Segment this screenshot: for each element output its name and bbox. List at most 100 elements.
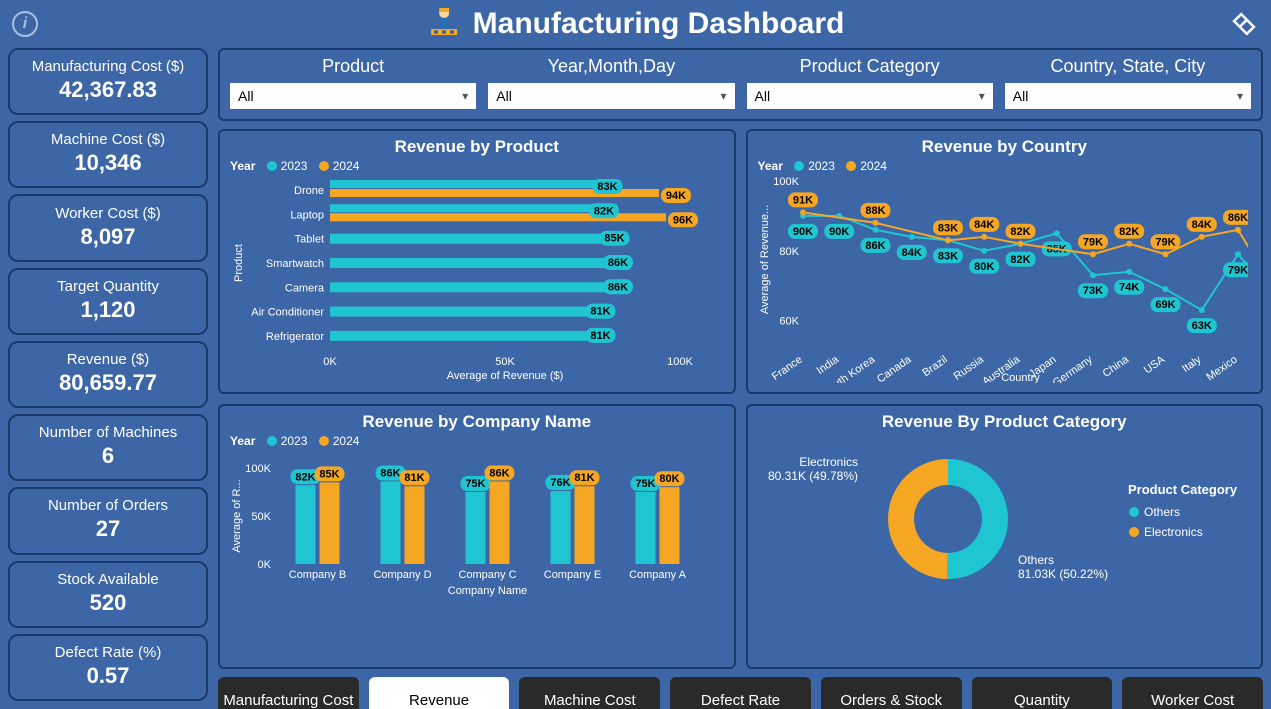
svg-text:74K: 74K <box>1119 282 1139 294</box>
svg-text:Laptop: Laptop <box>290 209 324 221</box>
filter-label: Product <box>230 56 476 77</box>
kpi-card[interactable]: Worker Cost ($)8,097 <box>8 194 208 261</box>
svg-text:Air Conditioner: Air Conditioner <box>251 307 324 319</box>
svg-text:96K: 96K <box>673 214 693 226</box>
chart-revenue-by-country: Revenue by Country Year 2023 202460K80K1… <box>746 129 1264 394</box>
svg-text:Country: Country <box>1001 372 1040 383</box>
svg-text:80.31K (49.78%): 80.31K (49.78%) <box>767 469 857 483</box>
svg-text:Germany: Germany <box>1050 353 1094 383</box>
nav-tab[interactable]: Defect Rate <box>670 677 811 709</box>
legend-dot <box>319 436 329 446</box>
svg-text:81K: 81K <box>574 472 594 484</box>
svg-text:Others: Others <box>1018 553 1054 567</box>
svg-text:Drone: Drone <box>294 185 324 197</box>
kpi-label: Number of Machines <box>14 424 202 441</box>
chevron-down-icon: ▾ <box>720 89 726 103</box>
svg-text:83K: 83K <box>937 222 957 234</box>
kpi-card[interactable]: Machine Cost ($) 10,346 <box>8 121 208 188</box>
legend-dot <box>319 161 329 171</box>
kpi-label: Machine Cost ($) <box>14 131 202 148</box>
svg-text:79K: 79K <box>1082 236 1102 248</box>
manufacturing-icon <box>427 5 461 44</box>
svg-text:Electronics: Electronics <box>1144 525 1203 539</box>
nav-tab[interactable]: Machine Cost <box>519 677 660 709</box>
chevron-down-icon: ▾ <box>979 89 985 103</box>
svg-text:85K: 85K <box>319 468 339 480</box>
kpi-card[interactable]: Stock Available520 <box>8 561 208 628</box>
svg-text:81.03K (50.22%): 81.03K (50.22%) <box>1018 567 1108 581</box>
svg-text:60K: 60K <box>779 316 799 328</box>
chart-legend: Year 2023 2024 <box>230 159 724 173</box>
legend-dot <box>267 436 277 446</box>
svg-text:Company Name: Company Name <box>448 585 527 597</box>
svg-text:91K: 91K <box>792 194 812 206</box>
kpi-card[interactable]: Manufacturing Cost ($)42,367.83 <box>8 48 208 115</box>
svg-text:Average of R...: Average of R... <box>231 479 243 552</box>
svg-text:100K: 100K <box>667 356 693 368</box>
svg-text:Camera: Camera <box>285 282 325 294</box>
legend-dot <box>267 161 277 171</box>
svg-text:84K: 84K <box>901 247 921 259</box>
svg-text:75K: 75K <box>635 478 655 490</box>
svg-text:82K: 82K <box>1010 226 1030 238</box>
svg-text:80K: 80K <box>659 473 679 485</box>
svg-text:Brazil: Brazil <box>920 354 949 380</box>
svg-text:Company D: Company D <box>373 569 431 581</box>
svg-text:Italy: Italy <box>1180 353 1204 375</box>
svg-text:86K: 86K <box>608 281 628 293</box>
svg-text:0K: 0K <box>258 559 272 571</box>
svg-text:82K: 82K <box>1010 254 1030 266</box>
nav-tab[interactable]: Worker Cost <box>1122 677 1263 709</box>
svg-text:Tablet: Tablet <box>295 234 324 246</box>
filter-dropdown[interactable]: All▾ <box>230 83 476 109</box>
svg-text:Company E: Company E <box>544 569 601 581</box>
kpi-card[interactable]: Target Quantity 1,120 <box>8 268 208 335</box>
svg-text:82K: 82K <box>594 205 614 217</box>
kpi-value: 1,120 <box>14 297 202 323</box>
filter-dropdown[interactable]: All▾ <box>488 83 734 109</box>
kpi-card[interactable]: Number of Machines 6 <box>8 414 208 481</box>
svg-text:Product Category: Product Category <box>1128 482 1238 497</box>
filter-dropdown[interactable]: All▾ <box>1005 83 1251 109</box>
nav-tab[interactable]: Quantity <box>972 677 1113 709</box>
nav-tab[interactable]: Revenue <box>369 677 510 709</box>
svg-text:81K: 81K <box>590 330 610 342</box>
kpi-label: Revenue ($) <box>14 351 202 368</box>
chart-title: Revenue by Country <box>758 137 1252 157</box>
svg-text:50K: 50K <box>495 356 515 368</box>
svg-text:India: India <box>814 353 841 377</box>
filter-dropdown[interactable]: All▾ <box>747 83 993 109</box>
svg-text:Smartwatch: Smartwatch <box>266 258 324 270</box>
eraser-icon[interactable] <box>1229 9 1259 39</box>
nav-tab[interactable]: Orders & Stock <box>821 677 962 709</box>
kpi-value: 80,659.77 <box>14 370 202 396</box>
kpi-label: Target Quantity <box>14 278 202 295</box>
svg-text:Company B: Company B <box>289 569 346 581</box>
svg-text:France: France <box>769 354 804 383</box>
svg-text:79K: 79K <box>1155 236 1175 248</box>
svg-text:83K: 83K <box>937 250 957 262</box>
kpi-value: 6 <box>14 443 202 469</box>
kpi-value: 520 <box>14 590 202 616</box>
svg-text:Others: Others <box>1144 505 1180 519</box>
svg-text:81K: 81K <box>404 472 424 484</box>
svg-text:Refrigerator: Refrigerator <box>266 331 324 343</box>
kpi-label: Worker Cost ($) <box>14 205 202 222</box>
svg-text:69K: 69K <box>1155 299 1175 311</box>
svg-text:76K: 76K <box>550 477 570 489</box>
legend-dot <box>846 161 856 171</box>
kpi-card[interactable]: Revenue ($) 80,659.77 <box>8 341 208 408</box>
kpi-card[interactable]: Number of Orders27 <box>8 487 208 554</box>
info-icon[interactable]: i <box>12 11 38 37</box>
kpi-value: 10,346 <box>14 150 202 176</box>
svg-text:100K: 100K <box>245 463 271 475</box>
svg-text:Average of Revenue...: Average of Revenue... <box>759 205 771 314</box>
svg-text:50K: 50K <box>251 511 271 523</box>
svg-text:100K: 100K <box>773 176 799 188</box>
nav-tab[interactable]: Manufacturing Cost <box>218 677 359 709</box>
svg-text:90K: 90K <box>792 226 812 238</box>
nav-tabs: Manufacturing Cost Revenue Machine Cost Def… <box>218 677 1263 709</box>
chart-legend: Year 2023 2024 <box>230 434 724 448</box>
kpi-card[interactable]: Defect Rate (%)0.57 <box>8 634 208 701</box>
svg-text:Company A: Company A <box>629 569 687 581</box>
